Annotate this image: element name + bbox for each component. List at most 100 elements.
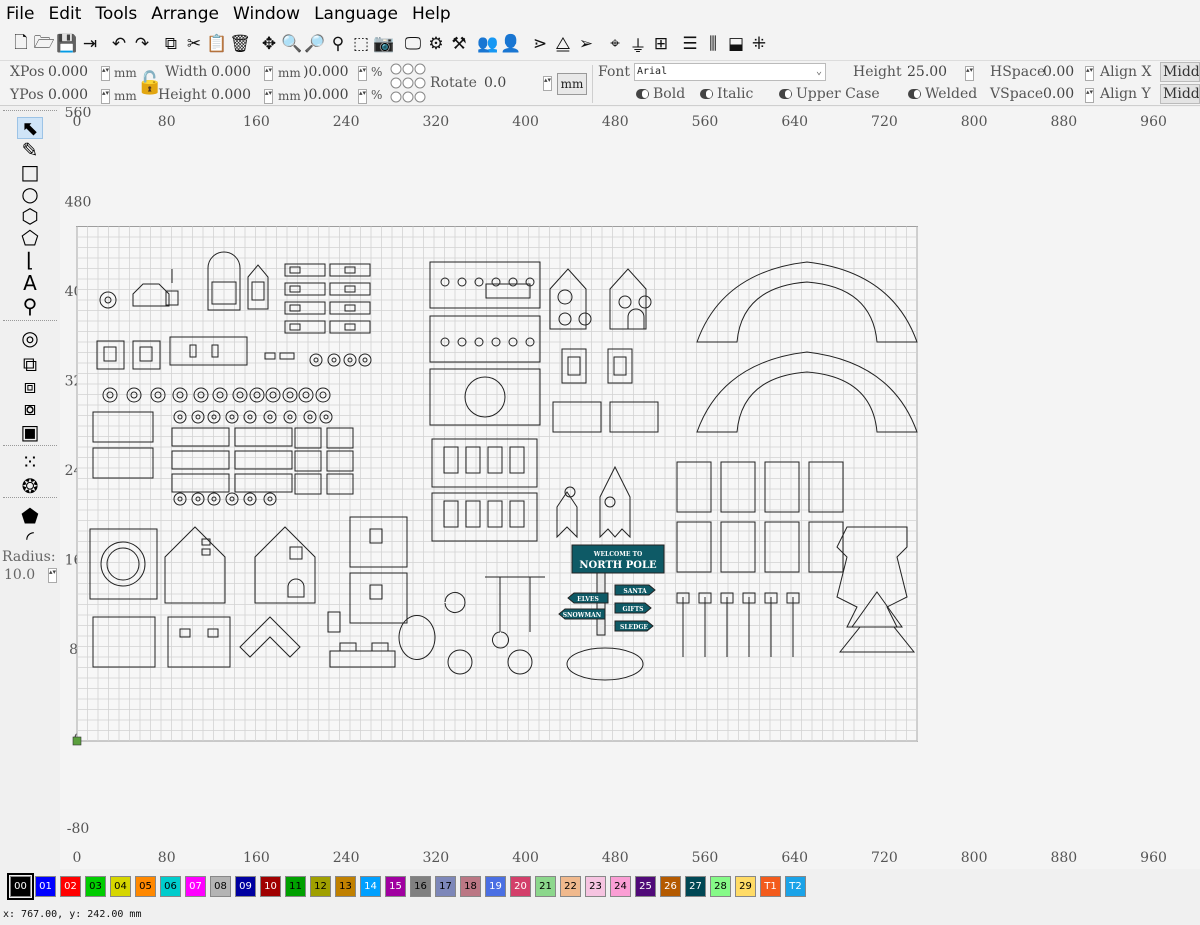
menu-window[interactable]: Window — [226, 4, 307, 24]
layer-swatch-14[interactable]: 14 — [360, 875, 381, 897]
layer-swatch-09[interactable]: 09 — [235, 875, 256, 897]
zoom-in-icon[interactable]: 🔍 — [281, 32, 303, 56]
layer-swatch-21[interactable]: 21 — [535, 875, 556, 897]
open-folder-icon[interactable]: 🗁 — [33, 32, 55, 56]
design-canvas[interactable]: 0 80 160 240 320 400 480 560 640 720 800 880 960 0 80 1… — [60, 107, 1200, 869]
layer-swatch-11[interactable]: 11 — [285, 875, 306, 897]
intersect-icon[interactable]: ▣ — [17, 420, 43, 444]
hspace-field[interactable]: 0.00 — [1043, 64, 1074, 80]
menu-tools[interactable]: Tools — [88, 4, 144, 24]
polygon-icon[interactable]: ⬡ — [17, 204, 43, 228]
layer-swatch-16[interactable]: 16 — [410, 875, 431, 897]
zoom-fit-icon[interactable]: ⚲ — [327, 32, 349, 56]
layer-swatch-T1[interactable]: T1 — [760, 875, 781, 897]
font-select[interactable]: Arial ⌄ — [634, 63, 826, 81]
pencil-icon[interactable]: ✎ — [17, 138, 43, 162]
hspace-spinner[interactable]: ▴▾ — [1085, 66, 1094, 81]
monitor-icon[interactable]: 🖵 — [402, 32, 424, 56]
menu-help[interactable]: Help — [405, 4, 458, 24]
layer-swatch-01[interactable]: 01 — [35, 875, 56, 897]
layer-swatch-T2[interactable]: T2 — [785, 875, 806, 897]
layer-swatch-15[interactable]: 15 — [385, 875, 406, 897]
menu-file[interactable]: File — [0, 4, 41, 24]
italic-checkbox[interactable]: Italic — [700, 86, 753, 102]
dock-icon[interactable]: ⬓ — [725, 32, 747, 56]
scale-y-field[interactable]: )0.000 — [303, 87, 349, 103]
rotate-spinner[interactable]: ▴▾ — [543, 76, 552, 91]
group-icon[interactable]: 👥 — [477, 32, 499, 56]
weld-icon[interactable]: ⧉ — [17, 352, 43, 376]
layer-swatch-10[interactable]: 10 — [260, 875, 281, 897]
layer-swatch-08[interactable]: 08 — [210, 875, 231, 897]
target-icon[interactable]: ⌖ — [604, 32, 626, 56]
scale-x-spinner[interactable]: ▴▾ — [358, 66, 367, 81]
export-icon[interactable]: ⇥ — [79, 32, 101, 56]
save-icon[interactable]: 💾 — [56, 32, 78, 56]
vspace-field[interactable]: 0.00 — [1043, 86, 1074, 102]
offset-icon[interactable]: ◎ — [17, 326, 43, 350]
text-height-spinner[interactable]: ▴▾ — [965, 66, 974, 81]
ypos-field[interactable]: 0.000 — [48, 87, 88, 103]
layer-swatch-19[interactable]: 19 — [485, 875, 506, 897]
new-file-icon[interactable]: 🗋 — [10, 32, 32, 56]
undo-icon[interactable]: ↶ — [108, 32, 130, 56]
scale-y-spinner[interactable]: ▴▾ — [358, 89, 367, 104]
welded-checkbox[interactable]: Welded — [908, 86, 977, 102]
menu-language[interactable]: Language — [307, 4, 405, 24]
tools-icon[interactable]: ⚒ — [448, 32, 470, 56]
width-spinner[interactable]: ▴▾ — [264, 66, 273, 81]
align-icon[interactable]: ⏚ — [627, 32, 649, 57]
layer-swatch-00[interactable]: 00 — [7, 872, 34, 900]
layer-swatch-20[interactable]: 20 — [510, 875, 531, 897]
grid-snap-icon[interactable]: ⁜ — [748, 32, 770, 56]
round-corner-icon[interactable]: ◜ — [17, 526, 43, 550]
layer-swatch-28[interactable]: 28 — [710, 875, 731, 897]
layer-swatch-25[interactable]: 25 — [635, 875, 656, 897]
ellipse-icon[interactable]: ○ — [17, 182, 43, 206]
anchor-point-icon[interactable] — [390, 63, 428, 103]
rectangle-icon[interactable]: □ — [17, 160, 43, 184]
menu-arrange[interactable]: Arrange — [144, 4, 226, 24]
send-icon[interactable]: ➢ — [575, 32, 597, 56]
layer-swatch-26[interactable]: 26 — [660, 875, 681, 897]
ypos-spinner[interactable]: ▴▾ — [101, 89, 110, 104]
layer-swatch-07[interactable]: 07 — [185, 875, 206, 897]
width-field[interactable]: 0.000 — [211, 64, 251, 80]
circular-array-icon[interactable]: ❂ — [17, 474, 43, 498]
cut-icon[interactable]: ✂ — [183, 32, 205, 56]
unit-toggle-button[interactable]: mm — [557, 73, 587, 95]
layer-swatch-27[interactable]: 27 — [685, 875, 706, 897]
height-field[interactable]: 0.000 — [211, 87, 251, 103]
array-icon[interactable]: ⁙ — [17, 450, 43, 474]
layer-swatch-05[interactable]: 05 — [135, 875, 156, 897]
height-spinner[interactable]: ▴▾ — [264, 89, 273, 104]
bold-checkbox[interactable]: Bold — [636, 86, 685, 102]
layer-swatch-23[interactable]: 23 — [585, 875, 606, 897]
layer-swatch-18[interactable]: 18 — [460, 875, 481, 897]
pin-icon[interactable]: ⚲ — [17, 294, 43, 318]
xpos-field[interactable]: 0.000 — [48, 64, 88, 80]
workspace-svg[interactable]: 0 80 160 240 320 400 480 560 640 720 800 880 9600 80 1… — [60, 107, 1200, 869]
radius-spinner[interactable]: ▴▾ — [48, 568, 57, 583]
text-icon[interactable]: A — [17, 271, 43, 295]
layer-swatch-29[interactable]: 29 — [735, 875, 756, 897]
layer-swatch-17[interactable]: 17 — [435, 875, 456, 897]
menu-edit[interactable]: Edit — [41, 4, 88, 24]
layer-swatch-03[interactable]: 03 — [85, 875, 106, 897]
layer-swatch-24[interactable]: 24 — [610, 875, 631, 897]
mirror-icon[interactable]: ⧋ — [552, 32, 574, 56]
align-center-icon[interactable]: ⊞ — [650, 32, 672, 56]
paste-icon[interactable]: 📋 — [206, 32, 228, 56]
layer-swatch-12[interactable]: 12 — [310, 875, 331, 897]
text-height-field[interactable]: 25.00 — [907, 64, 947, 80]
select-arrow-icon[interactable]: ⬉ — [17, 116, 43, 140]
radius-field[interactable]: 10.0 ▴▾ — [4, 567, 57, 585]
scale-x-field[interactable]: )0.000 — [303, 64, 349, 80]
redo-icon[interactable]: ↷ — [131, 32, 153, 56]
zoom-out-icon[interactable]: 🔎 — [304, 32, 326, 56]
layer-swatch-06[interactable]: 06 — [160, 875, 181, 897]
pentagon-icon[interactable]: ⬠ — [17, 226, 43, 250]
layer-swatch-04[interactable]: 04 — [110, 875, 131, 897]
layer-swatch-13[interactable]: 13 — [335, 875, 356, 897]
settings-icon[interactable]: ⚙ — [425, 32, 447, 56]
